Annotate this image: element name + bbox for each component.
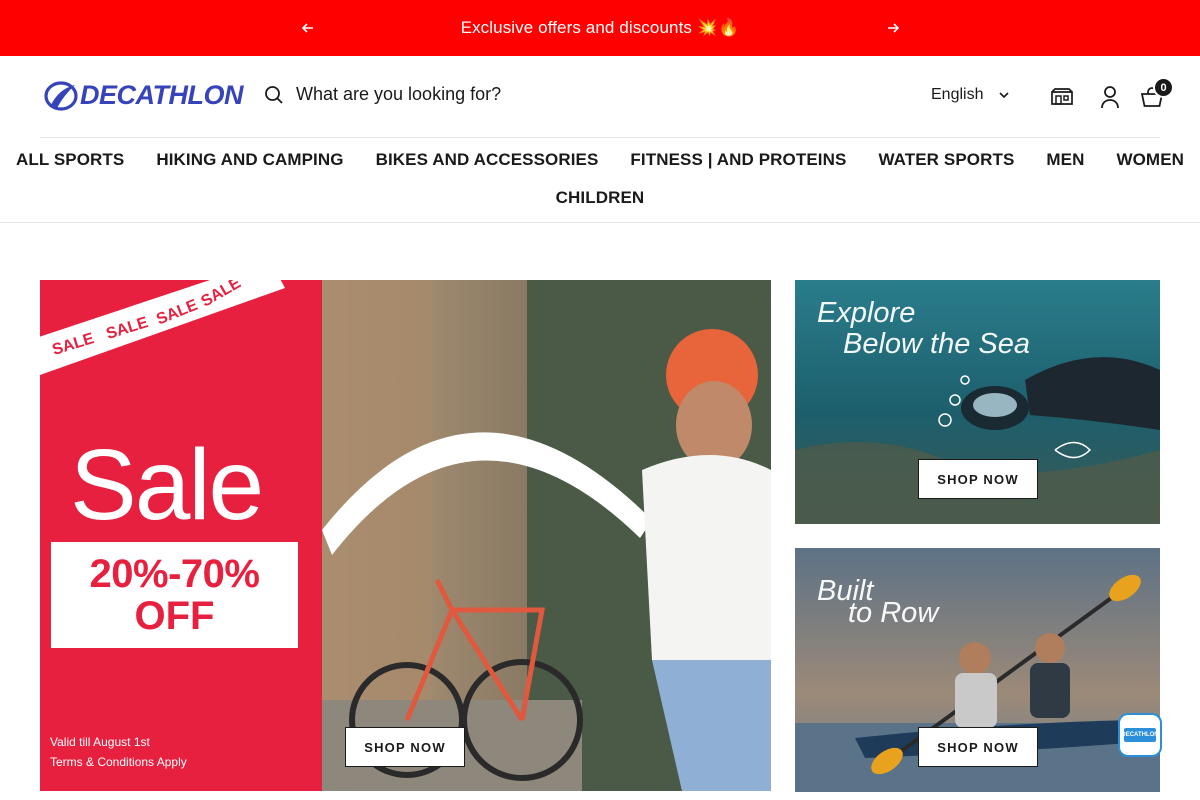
nav-item-fitness-and-proteins[interactable]: FITNESS | AND PROTEINS (614, 150, 862, 170)
nav-item-bikes-and-accessories[interactable]: BIKES AND ACCESSORIES (360, 150, 615, 170)
sale-fine-print: Valid till August 1st Terms & Conditions… (50, 732, 187, 772)
nav-item-water-sports[interactable]: WATER SPORTS (862, 150, 1030, 170)
site-header: DECATHLON What are you looking for? Engl… (40, 56, 1174, 138)
sale-heading: Sale (70, 429, 264, 541)
hero-sale-banner[interactable]: SALE SALE SALE SALE Sale 20%-70% OFF Val… (40, 280, 771, 791)
tile-title-line2: to Row (848, 597, 939, 629)
nav-row: ALL SPORTS HIKING AND CAMPING BIKES AND … (0, 150, 1200, 170)
hero-shop-now-button[interactable]: SHOP NOW (345, 727, 465, 767)
snorkel-promo-tile[interactable]: Explore Below the Sea SHOP NOW (795, 280, 1160, 524)
previous-announcement-button[interactable] (298, 18, 318, 38)
main-navigation: ALL SPORTS HIKING AND CAMPING BIKES AND … (0, 138, 1200, 223)
nav-item-men[interactable]: MEN (1030, 150, 1100, 170)
search-icon (265, 85, 283, 104)
chat-widget-button[interactable]: DECATHLON (1118, 713, 1162, 757)
nav-item-hiking-and-camping[interactable]: HIKING AND CAMPING (140, 150, 359, 170)
tile-title-line1: Explore (817, 297, 916, 329)
search-bar[interactable]: What are you looking for? (264, 84, 501, 105)
store-locator-button[interactable] (1049, 84, 1075, 110)
discount-range: 20%-70% (89, 552, 260, 596)
cart-count-badge: 0 (1153, 77, 1174, 98)
user-icon (1101, 86, 1119, 109)
arrow-right-icon (888, 23, 899, 33)
logo-swoosh-icon (44, 80, 78, 111)
language-selector[interactable]: English (931, 86, 1010, 104)
tile-title-line2: Below the Sea (843, 328, 1031, 360)
sale-panel: SALE SALE SALE SALE Sale 20%-70% OFF Val… (40, 280, 322, 791)
store-icon (1051, 88, 1073, 105)
announcement-message: Exclusive offers and discounts 💥🔥 (460, 18, 740, 37)
nav-item-children[interactable]: CHILDREN (540, 188, 661, 208)
search-input[interactable]: What are you looking for? (296, 84, 501, 105)
account-button[interactable] (1097, 84, 1123, 110)
nav-item-women[interactable]: WOMEN (1100, 150, 1200, 170)
discount-off: OFF (134, 594, 215, 638)
terms-text: Terms & Conditions Apply (50, 755, 187, 769)
chat-logo: DECATHLON (1121, 728, 1159, 742)
snorkel-shop-now-button[interactable]: SHOP NOW (918, 459, 1038, 499)
language-label: English (931, 86, 984, 103)
validity-text: Valid till August 1st (50, 735, 150, 749)
arrow-left-icon (302, 23, 313, 33)
announcement-bar: Exclusive offers and discounts 💥🔥 (0, 0, 1200, 56)
logo-text: DECATHLON (80, 80, 243, 110)
nav-row: CHILDREN (0, 188, 1200, 208)
next-announcement-button[interactable] (883, 18, 903, 38)
kayak-shop-now-button[interactable]: SHOP NOW (918, 727, 1038, 767)
discount-box: 20%-70% OFF (51, 542, 298, 648)
child-with-bike-photo (322, 280, 771, 791)
decathlon-logo[interactable]: DECATHLON (44, 80, 243, 111)
nav-item-all-sports[interactable]: ALL SPORTS (0, 150, 140, 170)
kayak-promo-tile[interactable]: Built to Row SHOP NOW (795, 548, 1160, 792)
chevron-down-icon (999, 91, 1010, 98)
